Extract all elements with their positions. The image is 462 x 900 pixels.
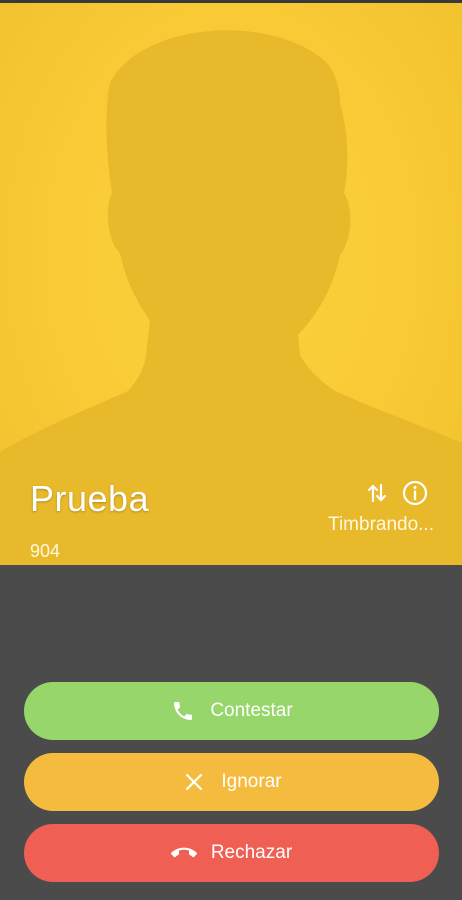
caller-name: Prueba xyxy=(30,478,150,519)
answer-label: Contestar xyxy=(210,700,293,721)
phone-icon xyxy=(170,698,196,724)
answer-button[interactable]: Contestar xyxy=(24,682,439,740)
ignore-button[interactable]: Ignorar xyxy=(24,753,439,811)
hang-up-icon xyxy=(170,840,197,866)
call-status: Timbrando... xyxy=(328,514,434,535)
swap-arrows-icon[interactable] xyxy=(363,479,391,507)
caller-number: 904 xyxy=(30,541,61,561)
reject-button[interactable]: Rechazar xyxy=(24,824,439,882)
ignore-label: Ignorar xyxy=(221,771,282,792)
info-icon[interactable] xyxy=(401,479,429,507)
close-icon xyxy=(181,769,207,795)
caller-photo-area: Prueba 904 Timbrando... xyxy=(0,3,462,565)
reject-label: Rechazar xyxy=(210,842,293,863)
